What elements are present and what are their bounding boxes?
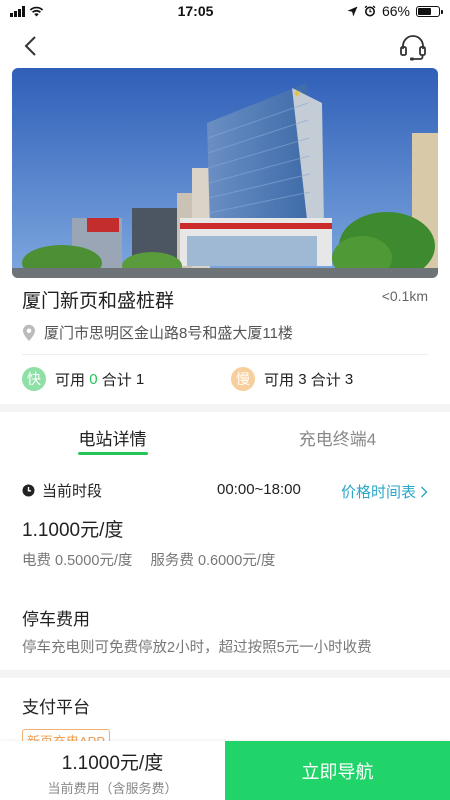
section-separator-2: [0, 670, 450, 678]
current-period: 当前时段: [22, 480, 102, 501]
fast-available-label: 可用: [55, 371, 86, 389]
fast-total-label: 合计: [101, 371, 132, 389]
battery-fill: [418, 7, 432, 15]
fast-total-count: 1: [135, 370, 145, 388]
clock-icon: [22, 484, 35, 497]
current-period-label: 当前时段: [42, 483, 103, 500]
chevron-right-icon: [421, 486, 428, 497]
price-breakdown: 电费 0.5000元/度 服务费 0.6000元/度: [22, 549, 275, 570]
section-separator: [0, 404, 450, 412]
spacer: [0, 583, 450, 589]
headset-icon: [400, 35, 426, 61]
bottom-price: 1.1000元/度: [61, 753, 164, 774]
bottom-bar: 1.1000元/度 当前费用（含服务费） 立即导航: [0, 741, 450, 800]
signal-icon: [10, 5, 25, 17]
slow-badge: 慢: [231, 367, 255, 391]
navigate-button[interactable]: 立即导航: [225, 741, 450, 800]
parking-description: 停车充电则可免费停放2小时，超过按照5元一小时收费: [22, 640, 372, 656]
active-tab-indicator: [78, 452, 148, 455]
station-photo-image: ★: [12, 68, 438, 278]
unit-price: 1.1000元/度: [22, 520, 124, 541]
tab-charging-terminals[interactable]: 充电终端4: [225, 412, 450, 458]
station-photo[interactable]: ★: [12, 68, 438, 278]
fast-badge: 快: [22, 367, 46, 391]
parking-title: 停车费用: [22, 610, 90, 629]
back-button[interactable]: [18, 32, 46, 60]
customer-service-button[interactable]: [398, 32, 428, 62]
battery-percent: 66%: [381, 3, 410, 19]
current-period-row: 当前时段 00:00~18:00 价格时间表: [22, 480, 428, 501]
location-arrow-icon: [347, 6, 358, 16]
status-bar: 17:05 66%: [0, 0, 450, 22]
alarm-icon: [364, 5, 376, 17]
price-table-label: 价格时间表: [340, 484, 416, 501]
fast-available-count: 0: [89, 370, 98, 388]
station-name: 厦门新页和盛桩群: [22, 291, 175, 312]
nav-bar: [0, 28, 450, 64]
current-period-time: 00:00~18:00: [217, 481, 301, 498]
status-time: 17:05: [177, 3, 214, 19]
location-pin-icon: [23, 324, 35, 341]
slow-available-count: 3: [298, 370, 307, 388]
payment-title: 支付平台: [22, 698, 90, 717]
address-row[interactable]: 厦门市思明区金山路8号和盛大厦11楼: [22, 322, 293, 343]
battery-icon: [416, 5, 443, 17]
slow-total-count: 3: [344, 370, 354, 388]
chevron-left-icon: [24, 36, 36, 56]
status-left: [10, 5, 44, 17]
fast-charger-summary: 快 可用 0 合计 1: [22, 367, 144, 391]
electricity-fee: 电费 0.5000元/度: [22, 553, 133, 569]
slow-available-label: 可用: [264, 371, 295, 389]
wifi-icon: [29, 6, 44, 16]
slow-charger-summary: 慢 可用 3 合计 3: [231, 367, 353, 391]
slow-total-label: 合计: [310, 371, 341, 389]
price-table-link[interactable]: 价格时间表: [341, 481, 428, 502]
tab-bar: 电站详情 充电终端4: [0, 412, 450, 458]
status-right: 66%: [347, 3, 443, 19]
station-address: 厦门市思明区金山路8号和盛大厦11楼: [44, 325, 293, 342]
divider: [22, 354, 428, 355]
bottom-price-label: 当前费用（含服务费）: [47, 781, 178, 796]
service-fee: 服务费 0.6000元/度: [150, 553, 276, 569]
bottom-price-box: 1.1000元/度 当前费用（含服务费）: [0, 741, 225, 800]
station-distance: <0.1km: [381, 288, 428, 304]
